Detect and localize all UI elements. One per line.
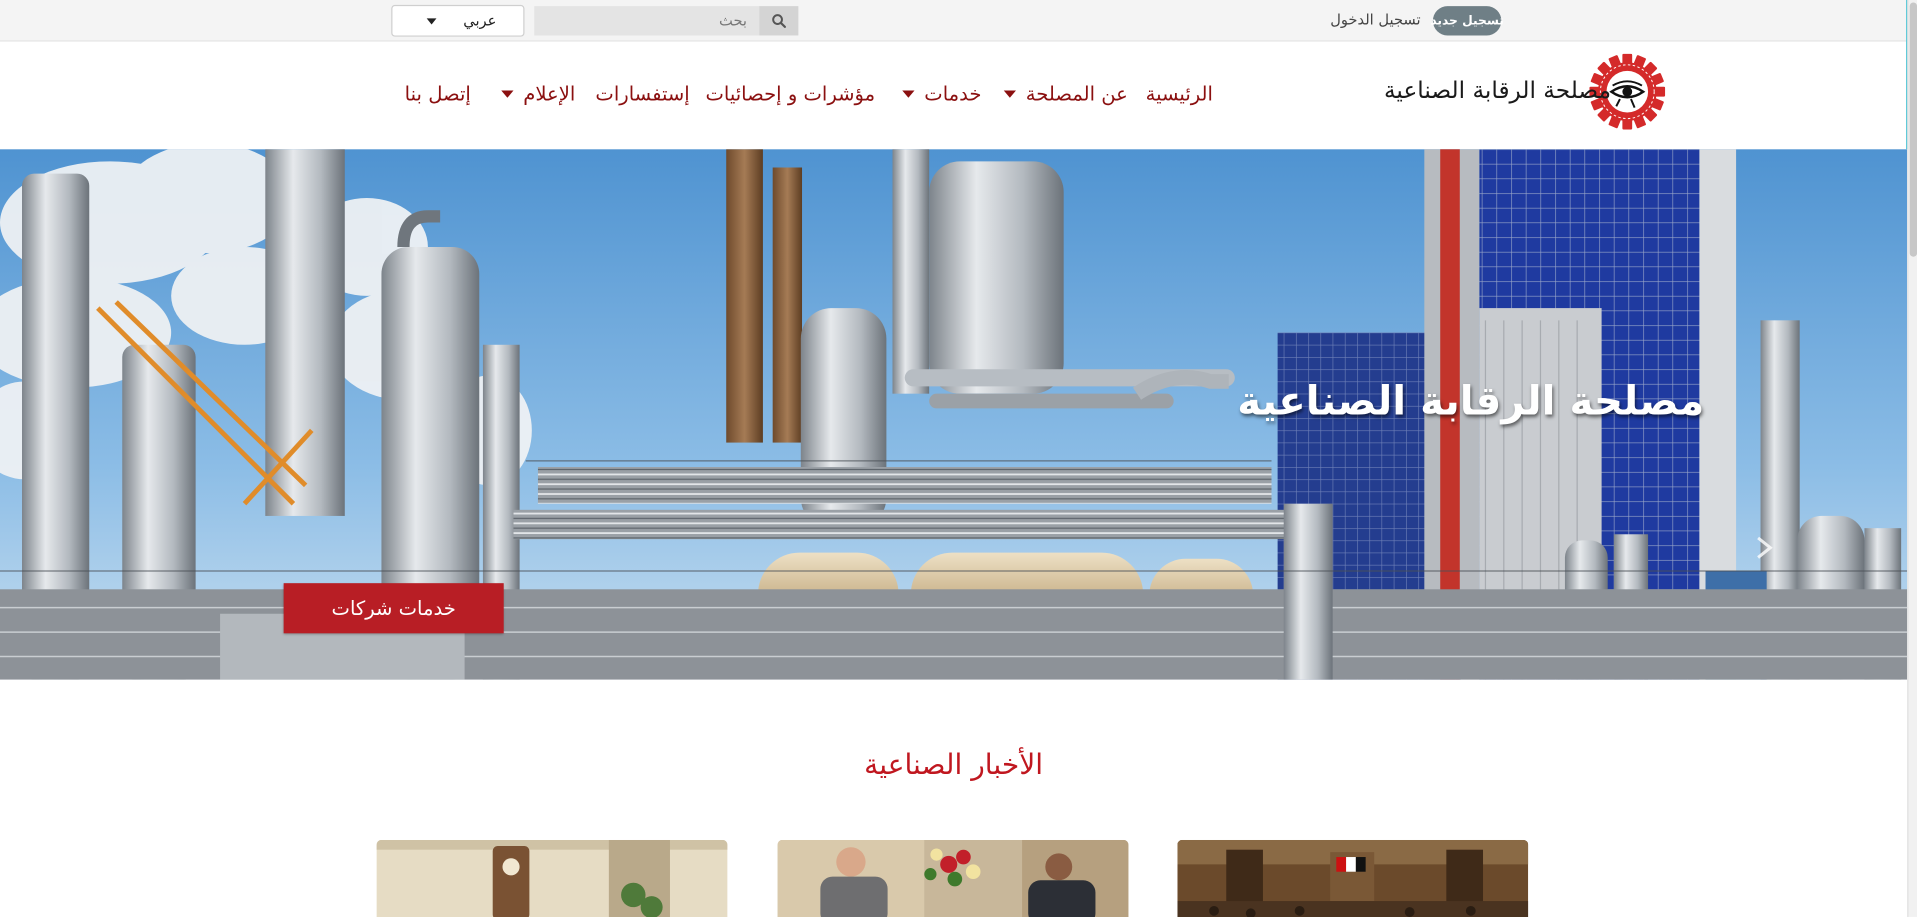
meeting-photo [777, 839, 1129, 917]
nav-item-media[interactable]: الإعلام [501, 82, 575, 105]
news-card-image[interactable] [1177, 839, 1529, 917]
language-select[interactable]: عربي [391, 4, 525, 37]
hero-title: مصلحة الرقابة الصناعية [1237, 376, 1705, 425]
search-button[interactable] [759, 6, 799, 36]
nav-item-label: عن المصلحة [1025, 81, 1128, 106]
search-icon [772, 14, 787, 28]
caret-down-icon [902, 89, 915, 98]
login-link[interactable]: تسجيل الدخول [1330, 11, 1420, 28]
search-input[interactable] [534, 6, 760, 36]
nav-item-label: خدمات [924, 81, 982, 106]
nav-item-label: إستفسارات [595, 81, 690, 106]
nav-item-label: الإعلام [523, 81, 576, 106]
page: عربي تسجيل الدخول تسجيل جديد [0, 0, 1917, 917]
office-photo [376, 839, 728, 917]
slider-arrow-icon[interactable] [1753, 535, 1775, 559]
nav-item-home[interactable]: الرئيسية [1146, 82, 1213, 105]
caret-down-icon [1003, 89, 1016, 98]
nav-item-about[interactable]: عن المصلحة [1003, 81, 1128, 106]
register-button[interactable]: تسجيل جديد [1430, 6, 1504, 36]
nav-item-inquiries[interactable]: إستفسارات [595, 82, 689, 105]
brand-name[interactable]: مصلحة الرقابة الصناعية [1384, 77, 1611, 104]
parliament-hall-photo [1177, 839, 1529, 917]
page-scrollbar[interactable] [1907, 0, 1917, 917]
nav-item-label: الرئيسية [1145, 81, 1213, 106]
scrollbar-thumb[interactable] [1909, 2, 1917, 257]
language-selected-value: عربي [463, 12, 497, 30]
nav-item-label: مؤشرات و إحصائيات [705, 81, 876, 106]
company-services-button[interactable]: خدمات شركات [283, 583, 504, 634]
nav-item-services[interactable]: خدمات [902, 82, 981, 105]
news-card-image[interactable] [777, 839, 1129, 917]
nav-item-label: إتصل بنا [404, 81, 471, 106]
search-box [534, 6, 799, 36]
news-heading-text: الأخبار الصناعية [864, 749, 1044, 782]
nav-item-indicators[interactable]: مؤشرات و إحصائيات [705, 82, 875, 105]
nav-item-contact[interactable]: إتصل بنا [405, 82, 471, 105]
caret-down-icon [501, 89, 514, 98]
news-card-image[interactable] [376, 839, 728, 917]
site-header: مصلحة الرقابة الصناعية الرئيسية عن المصل… [0, 42, 1908, 150]
top-utility-bar: عربي تسجيل الدخول تسجيل جديد [0, 0, 1908, 42]
news-section-heading: الأخبار الصناعية [0, 749, 1907, 781]
chevron-down-icon [426, 17, 437, 24]
